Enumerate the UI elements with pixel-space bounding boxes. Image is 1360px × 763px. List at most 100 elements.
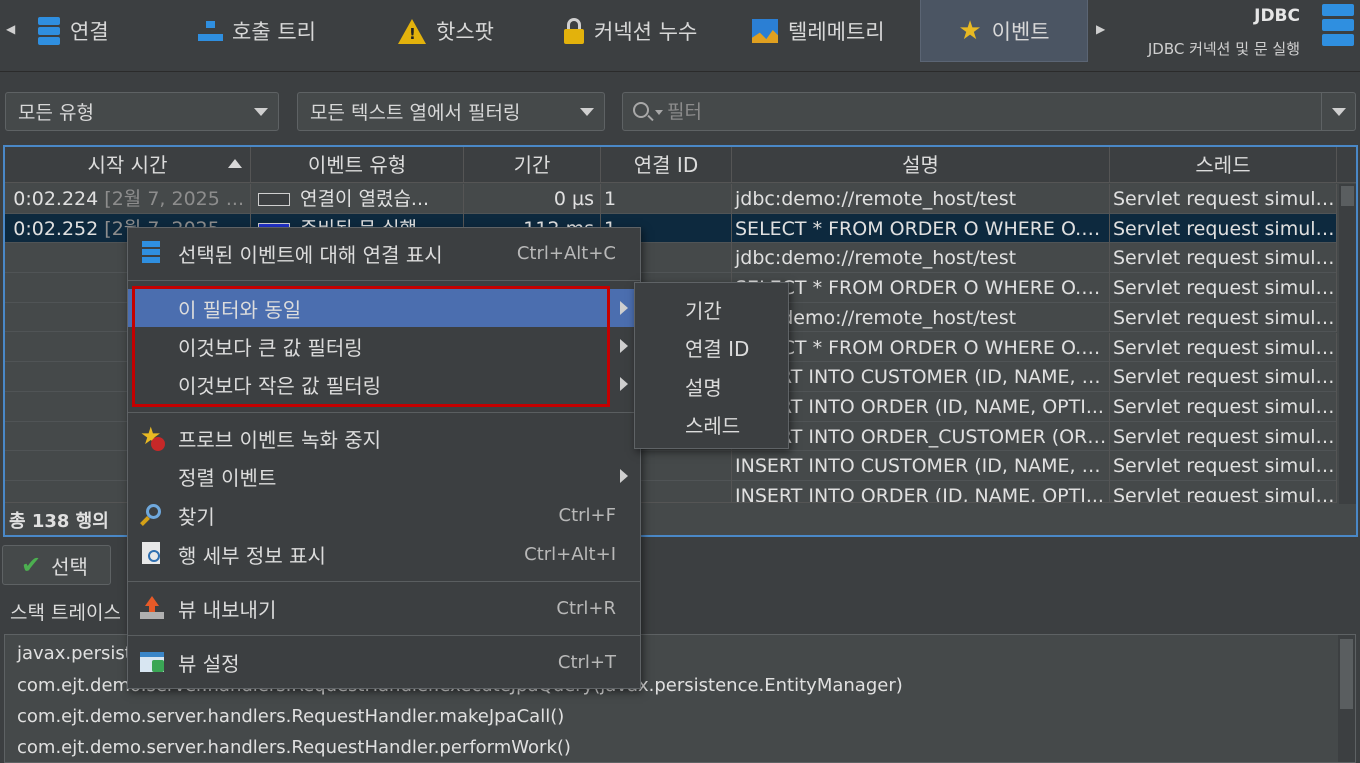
menu-separator [128, 280, 640, 281]
column-header-duration[interactable]: 기간 [464, 147, 601, 183]
row-details-icon [140, 542, 164, 566]
filter-column-combo[interactable]: 모든 텍스트 열에서 필터링 [297, 92, 605, 131]
cell-thread: Servlet request simulat... [1110, 362, 1337, 392]
submenu-item-description[interactable]: 설명 [685, 372, 722, 401]
tab-label: 연결 [70, 20, 109, 44]
menu-item-export-view[interactable]: 뷰 내보내기 Ctrl+R [128, 589, 640, 627]
tab-label: 호출 트리 [232, 20, 316, 44]
submenu-item-connection-id[interactable]: 연결 ID [685, 333, 749, 362]
stack-frame[interactable]: javax.persist [17, 643, 132, 664]
sort-ascending-icon [228, 159, 242, 168]
table-header: 시작 시간 이벤트 유형 기간 연결 ID 설명 스레드 [5, 147, 1356, 183]
select-button[interactable]: ✔ 선택 [2, 545, 111, 585]
menu-separator [128, 635, 640, 636]
cell-thread: Servlet request simulat... [1110, 184, 1337, 214]
table-vertical-scrollbar[interactable] [1339, 184, 1356, 504]
start-time-value: 0:02.252 [13, 217, 99, 240]
stack-frame[interactable]: com.ejt.demo.server.handlers.RequestHand… [17, 737, 571, 758]
scrollbar-thumb[interactable] [1340, 639, 1353, 709]
view-settings-icon [140, 650, 164, 674]
equal-filter-submenu: 기간 연결 ID 설명 스레드 [634, 282, 789, 449]
event-type-value: 연결이 열렸습... [300, 188, 430, 210]
cell-thread: Servlet request simulat... [1110, 302, 1337, 333]
event-type-combo[interactable]: 모든 유형 [5, 92, 279, 131]
cell-connection-id: 1 [601, 184, 732, 214]
warning-icon: ! [398, 18, 426, 44]
database-icon [38, 17, 60, 45]
start-date-value: [2월 7, 2025 ... [104, 188, 244, 210]
cell-description: jdbc:demo://remote_host/test [732, 184, 1110, 214]
submenu-arrow-icon [620, 301, 628, 315]
cell-thread: Servlet request simulat... [1110, 451, 1337, 481]
filter-history-dropdown[interactable] [1321, 93, 1355, 130]
filter-input[interactable] [667, 97, 1307, 127]
cell-description: INSERT INTO CUSTOMER (ID, NAME, O... [732, 451, 1110, 481]
database-icon [1322, 4, 1354, 46]
submenu-arrow-icon [620, 469, 628, 483]
tab-hotspots[interactable]: ! 핫스팟 [398, 0, 494, 62]
tab-connections[interactable]: 연결 [38, 0, 109, 62]
event-color-swatch [258, 193, 290, 206]
menu-item-view-settings[interactable]: 뷰 설정 Ctrl+T [128, 643, 640, 681]
cell-thread: Servlet request simulat... [1110, 421, 1337, 452]
menu-item-show-connection[interactable]: 선택된 이벤트에 대해 연결 표시 Ctrl+Alt+C [128, 234, 640, 272]
lock-icon [564, 18, 584, 44]
scroll-left-arrow-icon[interactable]: ◀ [6, 22, 15, 36]
search-options-caret-icon[interactable] [655, 110, 663, 115]
column-header-description[interactable]: 설명 [732, 147, 1110, 183]
tab-events[interactable]: ★ 이벤트 [920, 0, 1088, 62]
stack-frame[interactable]: com.ejt.demo.server.handlers.RequestHand… [17, 706, 564, 727]
export-icon [140, 596, 164, 620]
submenu-item-duration[interactable]: 기간 [685, 295, 722, 324]
tab-telemetry[interactable]: 텔레메트리 [752, 0, 885, 62]
scrollbar-thumb[interactable] [1341, 186, 1354, 206]
table-row[interactable]: 0:02.224 [2월 7, 2025 ... 연결이 열렸습... 0 µs 1 j… [5, 184, 1337, 214]
column-header-thread[interactable]: 스레드 [1110, 147, 1337, 183]
chevron-down-icon [580, 108, 594, 116]
context-menu: 선택된 이벤트에 대해 연결 표시 Ctrl+Alt+C 이 필터와 동일 이것… [127, 227, 641, 689]
cell-thread: Servlet request simulat... [1110, 213, 1337, 244]
cell-event-type: 연결이 열렸습... [251, 184, 464, 214]
menu-item-find[interactable]: 찾기 Ctrl+F [128, 496, 640, 534]
tab-label: 텔레메트리 [788, 20, 885, 44]
section-title: JDBC [1254, 6, 1300, 26]
column-header-connection-id[interactable]: 연결 ID [601, 147, 732, 183]
filter-column-combo-value: 모든 텍스트 열에서 필터링 [310, 102, 521, 124]
stop-recording-icon: ★ [140, 422, 165, 451]
menu-separator [128, 412, 640, 413]
cell-description: jdbc:demo://remote_host/test [732, 243, 1110, 274]
tab-label: 커넥션 누수 [594, 20, 698, 44]
star-icon: ★ [958, 15, 982, 46]
stack-vertical-scrollbar[interactable] [1338, 635, 1355, 762]
tab-connection-leaks[interactable]: 커넥션 누수 [564, 0, 697, 62]
menu-item-sort-events[interactable]: 정렬 이벤트 [128, 457, 640, 495]
search-icon[interactable] [633, 102, 649, 118]
cell-thread: Servlet request simulat... [1110, 332, 1337, 363]
cell-start-time: 0:02.224 [2월 7, 2025 ... [5, 184, 251, 214]
chevron-down-icon [254, 108, 268, 116]
submenu-arrow-icon [620, 377, 628, 391]
tab-label: 핫스팟 [436, 20, 494, 44]
tab-call-tree[interactable]: 호출 트리 [198, 0, 316, 62]
column-header-start-time[interactable]: 시작 시간 [5, 147, 251, 183]
scroll-right-arrow-icon[interactable]: ▶ [1096, 22, 1105, 36]
checkmark-icon: ✔ [21, 551, 42, 579]
stack-trace-label: 스택 트레이스 [10, 602, 121, 624]
menu-item-equal-filter[interactable]: 이 필터와 동일 [128, 289, 640, 327]
menu-item-less-filter[interactable]: 이것보다 작은 값 필터링 [128, 365, 640, 403]
cell-description: SELECT * FROM ORDER O WHERE O.D... [732, 213, 1110, 244]
tab-label: 이벤트 [991, 19, 1050, 44]
menu-item-stop-recording[interactable]: ★ 프로브 이벤트 녹화 중지 [128, 419, 640, 457]
submenu-item-thread[interactable]: 스레드 [685, 410, 740, 439]
telemetry-icon [752, 19, 778, 43]
menu-item-row-details[interactable]: 행 세부 정보 표시 Ctrl+Alt+I [128, 535, 640, 573]
event-type-combo-value: 모든 유형 [18, 102, 94, 124]
view-tab-bar: ◀ 연결 호출 트리 ! 핫스팟 커넥션 누수 텔레메트리 ★ 이벤트 ▶ JD… [0, 0, 1360, 72]
cell-thread: Servlet request simulat... [1110, 391, 1337, 422]
cell-duration: 0 µs [464, 184, 601, 214]
menu-separator [128, 581, 640, 582]
column-header-event-type[interactable]: 이벤트 유형 [251, 147, 464, 183]
menu-item-greater-filter[interactable]: 이것보다 큰 값 필터링 [128, 327, 640, 365]
cell-thread: Servlet request simulat... [1110, 243, 1337, 274]
call-tree-icon [198, 19, 223, 43]
